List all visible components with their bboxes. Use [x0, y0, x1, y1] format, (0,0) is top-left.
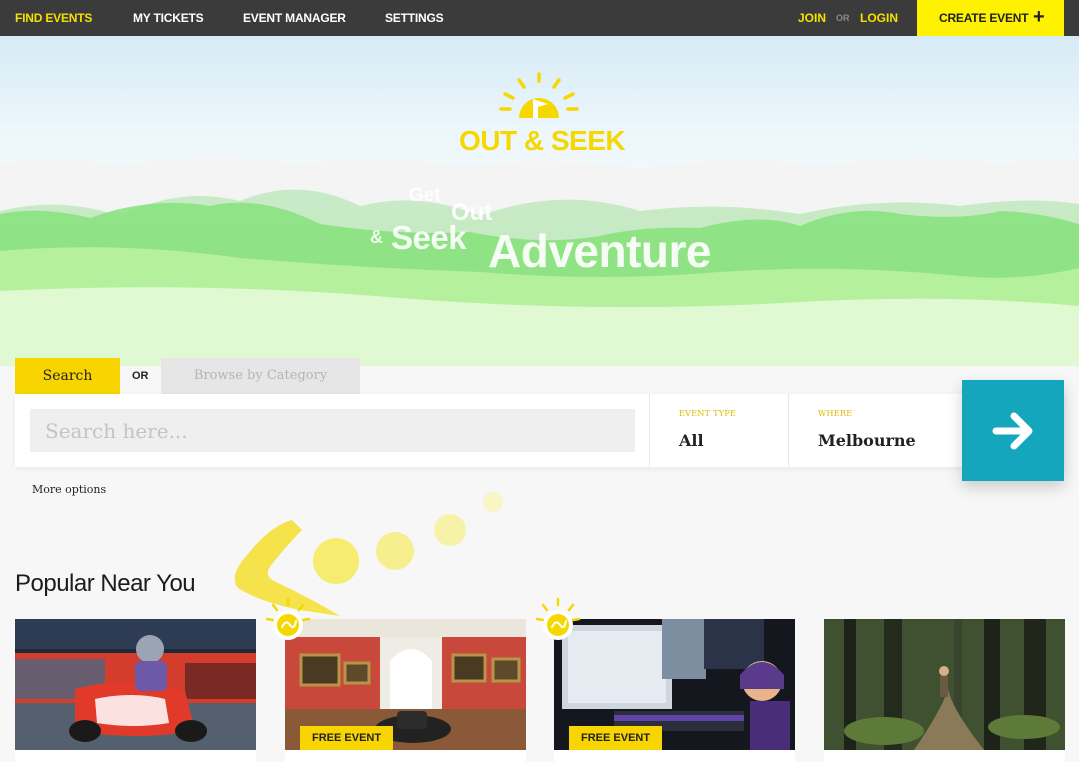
hero-banner: OUT & SEEK Get Out & Seek Adventure: [0, 36, 1079, 366]
nav-find-events[interactable]: FIND EVENTS: [15, 11, 92, 25]
more-options-link[interactable]: More options: [32, 483, 106, 496]
sun-sticker-icon: [265, 597, 311, 640]
sun-sticker-icon: [535, 597, 581, 640]
section-title: Popular Near You: [15, 570, 196, 597]
where-select[interactable]: Melbourne: [818, 431, 916, 450]
logo-text[interactable]: OUT & SEEK: [459, 125, 626, 157]
divider: [649, 394, 650, 467]
join-link[interactable]: JOIN: [798, 11, 826, 25]
divider: [788, 394, 789, 467]
event-image-forest-hike: [824, 619, 1065, 750]
free-event-badge: FREE EVENT: [300, 726, 394, 750]
tagline-amp: &: [370, 227, 383, 247]
tagline-adventure: Adventure: [488, 225, 711, 277]
create-event-label: CREATE EVENT: [939, 11, 1029, 25]
top-nav: FIND EVENTS MY TICKETS EVENT MANAGER SET…: [0, 0, 1079, 36]
create-event-button[interactable]: CREATE EVENT +: [917, 0, 1064, 36]
nav-settings[interactable]: SETTINGS: [385, 11, 444, 25]
login-link[interactable]: LOGIN: [860, 11, 898, 25]
search-panel: EVENT TYPE All WHERE Melbourne: [15, 394, 1064, 467]
event-image-go-kart: [15, 619, 256, 750]
event-image-gaming: FREE EVENT: [554, 619, 795, 750]
free-event-badge: FREE EVENT: [569, 726, 663, 750]
event-type-select[interactable]: All: [679, 431, 704, 450]
tab-search[interactable]: Search: [15, 358, 120, 394]
tab-browse-by-category[interactable]: Browse by Category: [161, 358, 360, 394]
plus-icon: +: [1033, 6, 1045, 28]
tagline-get: Get: [409, 185, 441, 206]
event-image-art-gallery: FREE EVENT: [285, 619, 526, 750]
page: FIND EVENTS MY TICKETS EVENT MANAGER SET…: [0, 0, 1079, 762]
nav-my-tickets[interactable]: MY TICKETS: [133, 11, 204, 25]
search-input[interactable]: [30, 409, 635, 452]
tagline-seek: Seek: [391, 219, 467, 256]
event-card[interactable]: FREE EVENT: [285, 619, 526, 762]
event-type-label: EVENT TYPE: [679, 409, 737, 418]
where-label: WHERE: [818, 409, 853, 418]
nav-event-manager[interactable]: EVENT MANAGER: [243, 11, 346, 25]
hero-landscape: [0, 72, 1079, 366]
event-card[interactable]: [824, 619, 1065, 762]
arrow-right-icon: [992, 412, 1033, 450]
tab-or-separator: OR: [132, 370, 149, 382]
auth-or-separator: OR: [836, 13, 850, 23]
event-card[interactable]: FREE EVENT: [554, 619, 795, 762]
search-submit-button[interactable]: [962, 380, 1064, 481]
event-card[interactable]: [15, 619, 256, 762]
